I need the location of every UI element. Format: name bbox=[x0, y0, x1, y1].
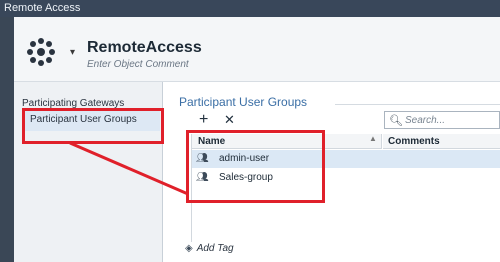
object-name[interactable]: RemoteAccess bbox=[87, 39, 202, 57]
search-input[interactable]: 🔍︎ Search... bbox=[384, 111, 500, 129]
search-placeholder: Search... bbox=[405, 115, 446, 126]
plus-icon[interactable]: + bbox=[199, 112, 208, 128]
table-row[interactable]: 👥︎ Sales-group bbox=[192, 169, 500, 187]
search-icon: 🔍︎ bbox=[389, 115, 403, 127]
add-tag-label: Add Tag bbox=[196, 243, 234, 254]
chevron-down-icon[interactable]: ▾ bbox=[70, 47, 75, 58]
user-group-icon: 👥︎ bbox=[196, 153, 209, 164]
window-title: Remote Access bbox=[4, 2, 81, 14]
user-group-icon: 👥︎ bbox=[196, 172, 209, 183]
column-header-name[interactable]: Name bbox=[192, 134, 382, 149]
sort-caret-icon[interactable]: ▲ bbox=[369, 134, 377, 143]
table-row[interactable]: 👥︎ admin-user bbox=[192, 150, 500, 168]
row-name: admin-user bbox=[219, 153, 270, 164]
sidebar: Participating Gateways Participant User … bbox=[14, 82, 163, 262]
user-groups-table: Name ▲ Comments 👥︎ admin-user 👥︎ Sales-g… bbox=[191, 134, 500, 242]
x-icon[interactable]: ✕ bbox=[224, 113, 235, 127]
object-header: ▾ RemoteAccess Enter Object Comment bbox=[14, 17, 500, 82]
object-comment-field[interactable]: Enter Object Comment bbox=[87, 59, 189, 70]
section-divider bbox=[335, 104, 500, 105]
sidebar-item-participating-gateways[interactable]: Participating Gateways bbox=[22, 98, 124, 109]
window-left-edge bbox=[0, 17, 14, 262]
tag-icon: ◈ bbox=[185, 243, 193, 254]
main-panel: Participant User Groups + ✕ 🔍︎ Search...… bbox=[163, 82, 500, 262]
add-tag-link[interactable]: ◈ Add Tag bbox=[185, 243, 234, 254]
network-object-icon bbox=[27, 38, 55, 66]
sidebar-item-participant-user-groups[interactable]: Participant User Groups bbox=[24, 109, 160, 131]
row-name: Sales-group bbox=[219, 172, 273, 183]
section-title: Participant User Groups bbox=[179, 95, 308, 109]
column-header-comments[interactable]: Comments bbox=[383, 134, 500, 149]
window-titlebar: Remote Access bbox=[0, 0, 500, 17]
